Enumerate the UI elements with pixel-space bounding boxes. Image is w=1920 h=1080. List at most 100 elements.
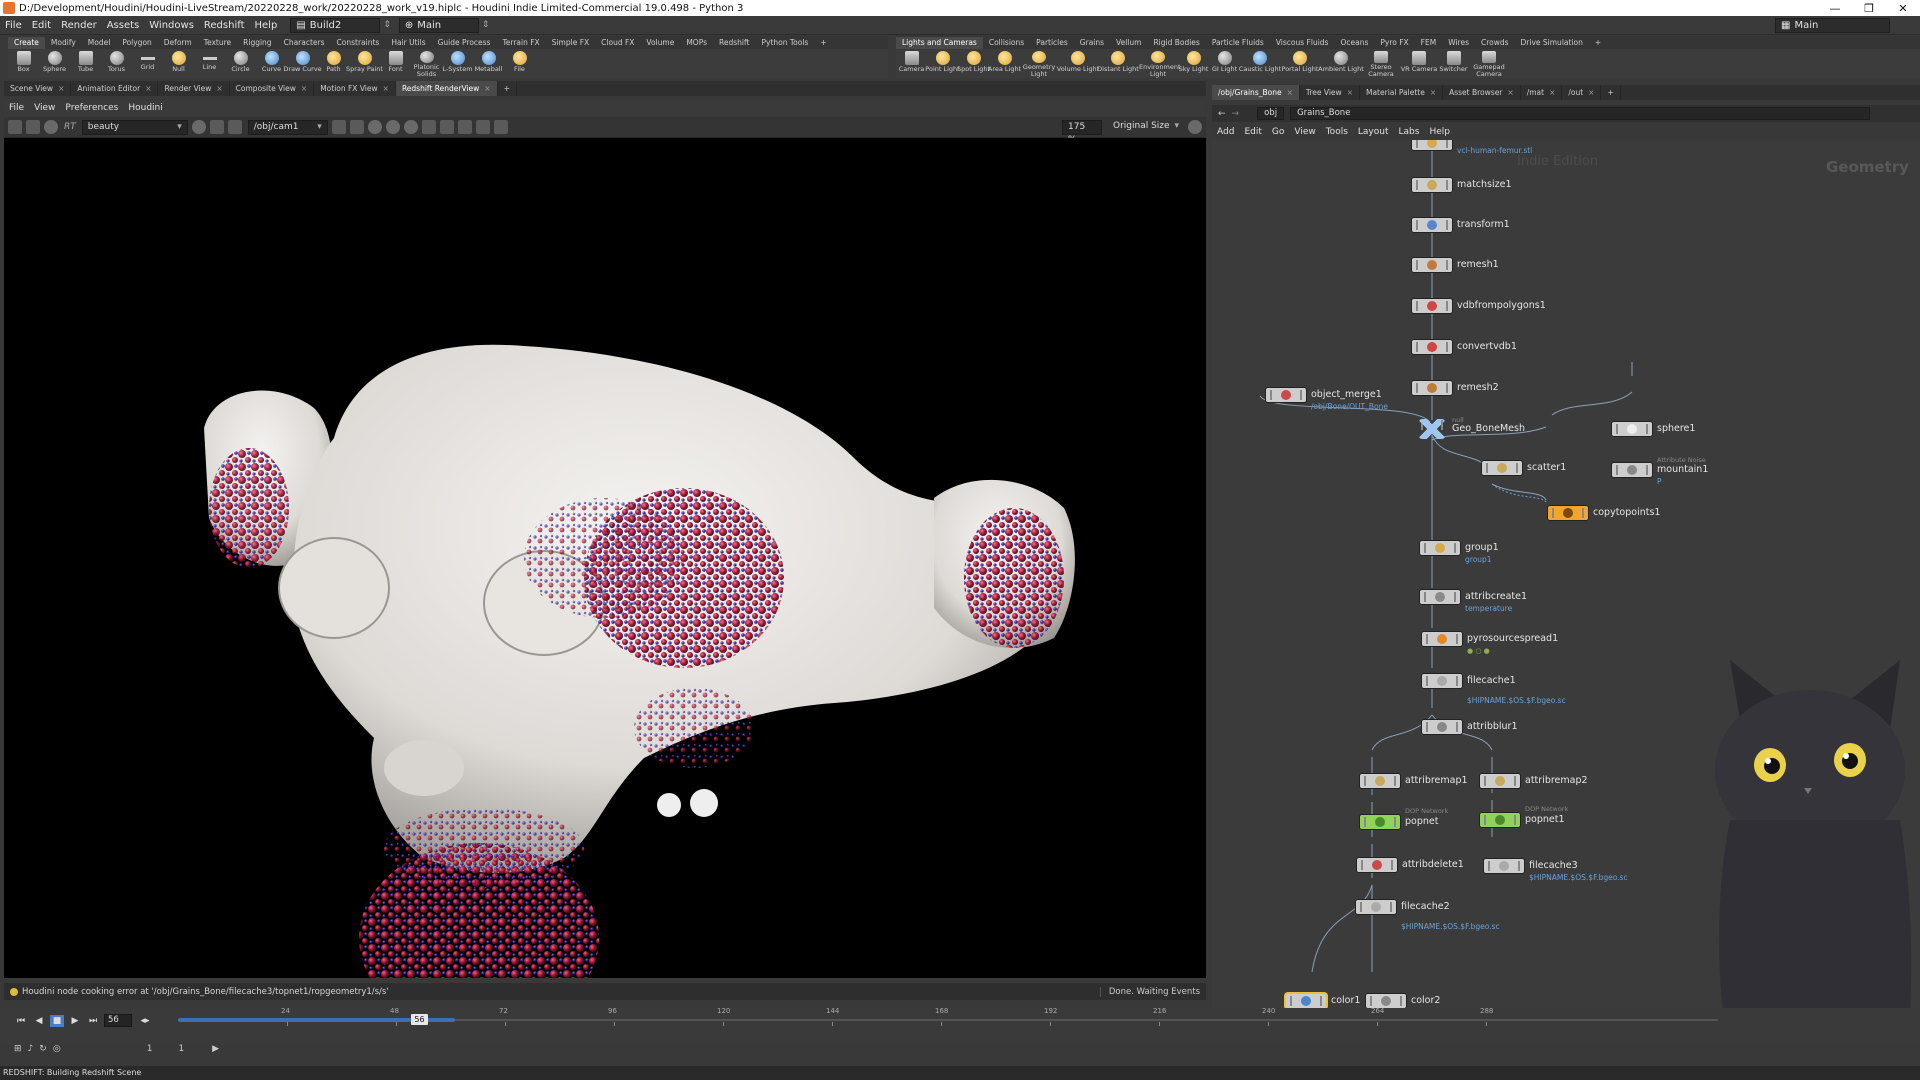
tool-distant-light[interactable]: Distant Light [1097,49,1139,78]
close-tab-icon[interactable]: × [383,84,389,93]
shelf-tab[interactable]: Create [8,37,45,49]
settings-icon[interactable]: ◎ [53,1044,61,1054]
loop-icon[interactable]: ↻ [39,1044,47,1054]
current-frame-marker[interactable]: 56 [411,1014,428,1025]
close-tab-icon[interactable]: × [1347,88,1353,97]
audio-icon[interactable]: ♪ [28,1044,34,1054]
tool-curve[interactable]: Curve [256,49,287,78]
tool-torus[interactable]: Torus [101,49,132,78]
tool-vr-camera[interactable]: VR Camera [1400,49,1438,78]
shelf-tab[interactable]: Python Tools [755,37,814,49]
tool-stereo-camera[interactable]: Stereo Camera [1362,49,1400,78]
tab-scene-view[interactable]: Scene View × [4,81,72,96]
shelf-tab[interactable]: Modify [45,37,82,49]
menu-file[interactable]: File [0,20,27,31]
tool-tube[interactable]: Tube [70,49,101,78]
copy-image-icon[interactable] [493,120,508,134]
shelf-tab[interactable]: Vellum [1110,37,1147,49]
network-menu-edit[interactable]: Edit [1239,127,1266,137]
minimize-button[interactable]: — [1818,2,1852,15]
tool-platonic-solids[interactable]: Platonic Solids [411,49,442,78]
tab-tree-view[interactable]: Tree View × [1300,85,1360,100]
network-menu-go[interactable]: Go [1267,127,1289,137]
shelf-tab[interactable]: Particles [1030,37,1074,49]
tab-asset-browser[interactable]: Asset Browser × [1443,85,1521,100]
tab-composite-view[interactable]: Composite View × [230,81,315,96]
close-tab-icon[interactable]: × [1507,88,1513,97]
maximize-button[interactable]: ❐ [1852,2,1886,15]
network-menu-labs[interactable]: Labs [1394,127,1425,137]
network-menu-add[interactable]: Add [1212,127,1239,137]
jump-start-icon[interactable]: ⏮ [14,1015,28,1027]
shelf-tab[interactable]: Guide Process [432,37,497,49]
node-body[interactable] [1412,381,1452,395]
desktop-selector[interactable]: ▤ Build2 [290,17,381,33]
magnify-icon[interactable] [385,120,400,134]
add-pane-tab-button[interactable]: + [1601,85,1621,100]
tab-animation-editor[interactable]: Animation Editor × [71,81,159,96]
back-arrow-icon[interactable]: ← [1218,109,1226,119]
node-body[interactable] [1612,422,1652,436]
node-body[interactable] [1422,720,1462,734]
shelf-tab[interactable]: Terrain FX [496,37,545,49]
close-tab-icon[interactable]: × [484,84,490,93]
tab-network-grains-bone[interactable]: /obj/Grains_Bone × [1212,85,1300,100]
node-body[interactable] [1356,900,1396,914]
desktop-arrow-icon[interactable]: ⇕ [383,20,391,30]
node-body[interactable] [1366,994,1406,1008]
shelf-tab[interactable]: Texture [198,37,237,49]
shelf-tab[interactable]: Cloud FX [595,37,640,49]
tool-path[interactable]: Path [318,49,349,78]
context-arrow-icon[interactable]: ⇕ [482,20,490,30]
tool-environment-light[interactable]: Environment Light [1138,49,1181,78]
tab-out[interactable]: /out × [1562,85,1602,100]
tool-draw-curve[interactable]: Draw Curve [283,49,322,78]
stop-icon[interactable]: ■ [50,1014,64,1027]
tool-sphere[interactable]: Sphere [39,49,70,78]
menu-windows[interactable]: Windows [144,20,199,31]
tool-caustic-light[interactable]: Caustic Light [1239,49,1281,78]
shelf-tab[interactable]: Hair Utils [385,37,431,49]
shelf-tab[interactable]: Viscous Fluids [1270,37,1335,49]
viewer-menu-file[interactable]: File [4,103,29,113]
shelf-tab[interactable]: FEM [1415,37,1443,49]
render-start-icon[interactable] [8,120,22,134]
node-body[interactable] [1412,218,1452,232]
shelf-tab[interactable]: Rigid Bodies [1147,37,1205,49]
shelf-tab[interactable]: Simple FX [546,37,595,49]
snapshot-icon[interactable] [191,120,206,134]
close-tab-icon[interactable]: × [1549,88,1555,97]
range-arrow-icon[interactable]: ▶ [212,1044,219,1054]
tool-gamepad-camera[interactable]: Gamepad Camera [1469,49,1509,78]
tool-spray-paint[interactable]: Spray Paint [346,49,383,78]
shelf-tab[interactable]: Lights and Cameras [896,37,983,49]
zoom-field[interactable]: 175 % [1062,119,1102,145]
node-body[interactable] [1412,340,1452,354]
shelf-tab[interactable]: Polygon [116,37,157,49]
node-body[interactable] [1422,674,1462,688]
rt-toggle[interactable]: RT [64,122,76,132]
shelf-tab[interactable]: Oceans [1334,37,1374,49]
node-body[interactable] [1266,388,1306,402]
add-pane-tab-button[interactable]: + [498,81,517,96]
tool-portal-light[interactable]: Portal Light [1280,49,1320,78]
shelf-tab[interactable]: Redshift [713,37,755,49]
range-start-field[interactable]: 1 [147,1044,153,1054]
crop-icon[interactable] [227,120,242,134]
node-body[interactable] [1480,774,1520,788]
node-body[interactable] [1482,461,1522,475]
shelf-tab[interactable]: Particle Fluids [1206,37,1270,49]
path-obj[interactable]: obj [1257,107,1285,120]
tool-area-light[interactable]: Area Light [988,49,1021,78]
shelf-tab[interactable]: Constraints [331,37,386,49]
tool-camera[interactable]: Camera [896,49,927,78]
tool-l-system[interactable]: L-System [442,49,473,78]
focus-icon[interactable] [367,120,382,134]
shelf-tab[interactable]: Collisions [983,37,1030,49]
viewer-menu-view[interactable]: View [29,103,60,113]
network-menu-layout[interactable]: Layout [1353,127,1394,137]
shelf-tab[interactable]: Rigging [237,37,277,49]
jump-end-icon[interactable]: ⏭ [86,1015,100,1027]
tool-point-light[interactable]: Point Light [925,49,960,78]
node-body[interactable] [1420,541,1460,555]
